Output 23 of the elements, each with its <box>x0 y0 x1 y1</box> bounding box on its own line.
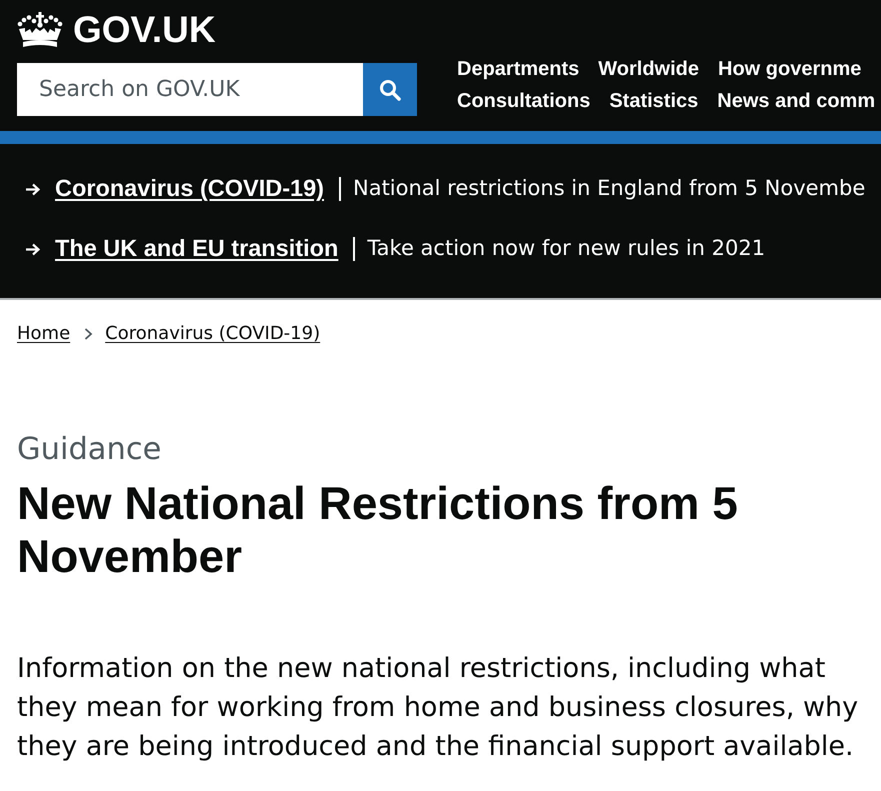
nav-link[interactable]: Statistics <box>609 85 698 117</box>
arrow-icon <box>25 182 40 196</box>
search-button[interactable] <box>363 63 417 116</box>
lead-paragraph: Information on the new national restrictions, including what they mean for working from home and business closures, why they are being introduced and the financial support available. <box>17 652 860 764</box>
nav-link[interactable]: How governme <box>718 53 862 85</box>
page-title: New National Restrictions from 5 November <box>17 477 739 583</box>
page-caption: Guidance <box>17 431 162 469</box>
search-field[interactable]: Search on GOV.UK <box>17 63 363 116</box>
chevron-icon <box>84 328 94 340</box>
logo-link[interactable]: GOV.UK <box>17 10 216 50</box>
announcement-link[interactable]: Coronavirus (COVID-19) <box>55 171 324 207</box>
nav-link[interactable]: News and comm <box>717 85 876 117</box>
nav-link[interactable]: Worldwide <box>598 53 700 85</box>
search-icon <box>379 78 401 100</box>
arrow-icon <box>25 242 40 256</box>
breadcrumb-link[interactable]: Coronavirus (COVID-19) <box>105 321 320 346</box>
nav-link[interactable]: Departments <box>457 53 580 85</box>
crown-icon <box>17 12 63 48</box>
breadcrumb-link[interactable]: Home <box>17 321 70 346</box>
announcement-text: National restrictions in England from 5 Novembe <box>353 175 866 202</box>
nav-link[interactable]: Consultations <box>457 85 590 117</box>
announcement-link[interactable]: The UK and EU transition <box>55 231 338 267</box>
announcement-text: Take action now for new rules in 2021 <box>367 235 766 262</box>
